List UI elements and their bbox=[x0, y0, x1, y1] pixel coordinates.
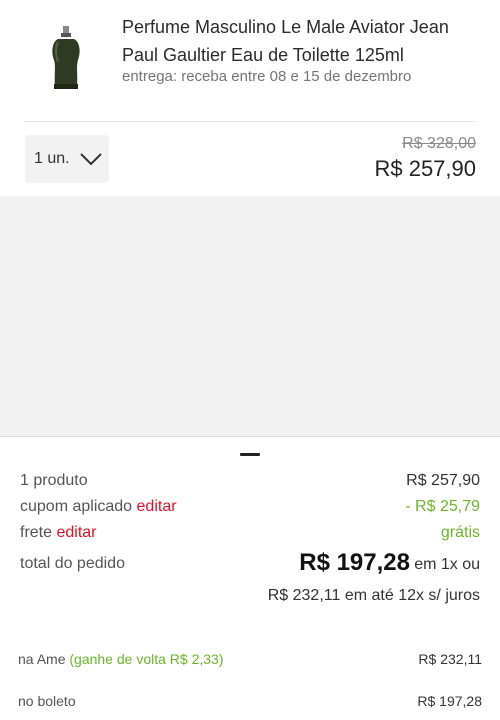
drag-handle[interactable] bbox=[240, 453, 260, 456]
original-price: R$ 328,00 bbox=[402, 135, 476, 152]
quantity-value: 1 un. bbox=[34, 150, 70, 167]
installments-text: R$ 232,11 em até 12x s/ juros bbox=[267, 587, 480, 604]
products-value: R$ 257,90 bbox=[406, 472, 480, 489]
shipping-label: frete bbox=[20, 524, 53, 541]
boleto-label: no boleto bbox=[18, 693, 76, 709]
coupon-label: cupom aplicado bbox=[20, 498, 133, 515]
delivery-estimate: entrega: receba entre 08 e 15 de dezembr… bbox=[122, 68, 412, 85]
chevron-down-icon bbox=[79, 153, 102, 165]
order-total-value: R$ 197,28 bbox=[299, 549, 410, 576]
coupon-discount: - R$ 25,79 bbox=[405, 498, 480, 515]
order-total-label: total do pedido bbox=[20, 555, 125, 572]
edit-coupon-link[interactable]: editar bbox=[137, 498, 177, 515]
shipping-row: frete editar grátis bbox=[20, 524, 480, 542]
order-total-suffix: em 1x ou bbox=[414, 556, 480, 573]
payment-ame-row: na Ame (ganhe de volta R$ 2,33) R$ 232,1… bbox=[18, 651, 482, 667]
quantity-select[interactable]: 1 un. bbox=[25, 135, 109, 183]
coupon-row: cupom aplicado editar - R$ 25,79 bbox=[20, 498, 480, 516]
shipping-value: grátis bbox=[440, 524, 480, 541]
ame-value: R$ 232,11 bbox=[418, 651, 482, 667]
ame-cashback: (ganhe de volta R$ 2,33) bbox=[69, 651, 224, 667]
cart-item: Perfume Masculino Le Male Aviator Jean P… bbox=[0, 0, 500, 122]
perfume-bottle-image[interactable] bbox=[46, 26, 86, 92]
divider bbox=[24, 121, 476, 122]
products-row: 1 produto R$ 257,90 bbox=[20, 472, 480, 490]
payment-boleto-row: no boleto R$ 197,28 bbox=[18, 693, 482, 709]
current-price: R$ 257,90 bbox=[374, 156, 476, 181]
product-title[interactable]: Perfume Masculino Le Male Aviator Jean P… bbox=[122, 13, 482, 69]
products-label: 1 produto bbox=[20, 472, 88, 489]
ame-label: na Ame bbox=[18, 651, 66, 667]
boleto-value: R$ 197,28 bbox=[417, 693, 482, 709]
order-summary-sheet: 1 produto R$ 257,90 cupom aplicado edita… bbox=[0, 436, 500, 720]
empty-background bbox=[0, 196, 500, 436]
edit-shipping-link[interactable]: editar bbox=[56, 524, 96, 541]
